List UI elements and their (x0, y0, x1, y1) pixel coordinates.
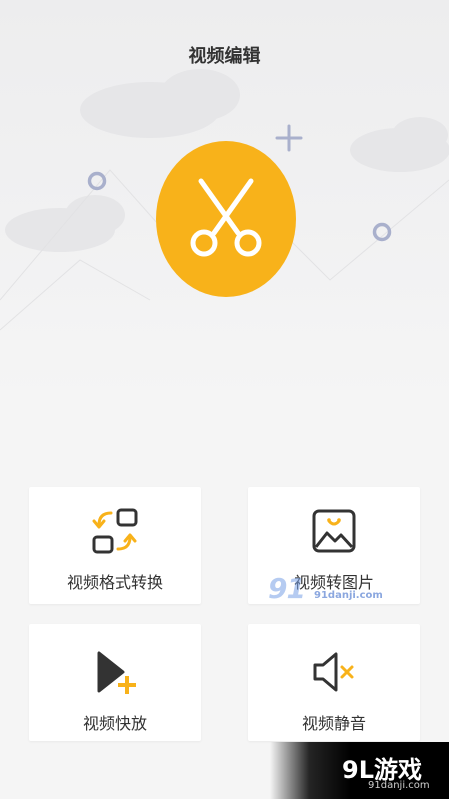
deco-ring-left (87, 171, 107, 191)
fast-play-icon (97, 651, 136, 694)
fast-play-card[interactable]: 视频快放 (29, 624, 201, 741)
fast-play-label: 视频快放 (82, 714, 147, 733)
watermark-logo: 91 91danji.com (268, 572, 383, 605)
image-icon (312, 509, 356, 553)
mute-label: 视频静音 (301, 714, 366, 733)
format-convert-label: 视频格式转换 (66, 573, 163, 592)
format-convert-icon (92, 508, 138, 554)
watermark-banner-url: 91danji.com (368, 780, 430, 791)
deco-plus (275, 124, 303, 152)
watermark-logo-text: 91 (268, 572, 306, 605)
mute-icon (313, 652, 354, 692)
hero-scissors-button[interactable] (156, 141, 296, 297)
mute-card[interactable]: 视频静音 (248, 624, 420, 741)
watermark-banner: 9L游戏 91danji.com (270, 742, 449, 799)
scissors-icon (190, 178, 262, 257)
watermark-logo-url: 91danji.com (314, 590, 383, 601)
page-title: 视频编辑 (188, 46, 261, 67)
format-convert-card[interactable]: 视频格式转换 (29, 487, 201, 604)
